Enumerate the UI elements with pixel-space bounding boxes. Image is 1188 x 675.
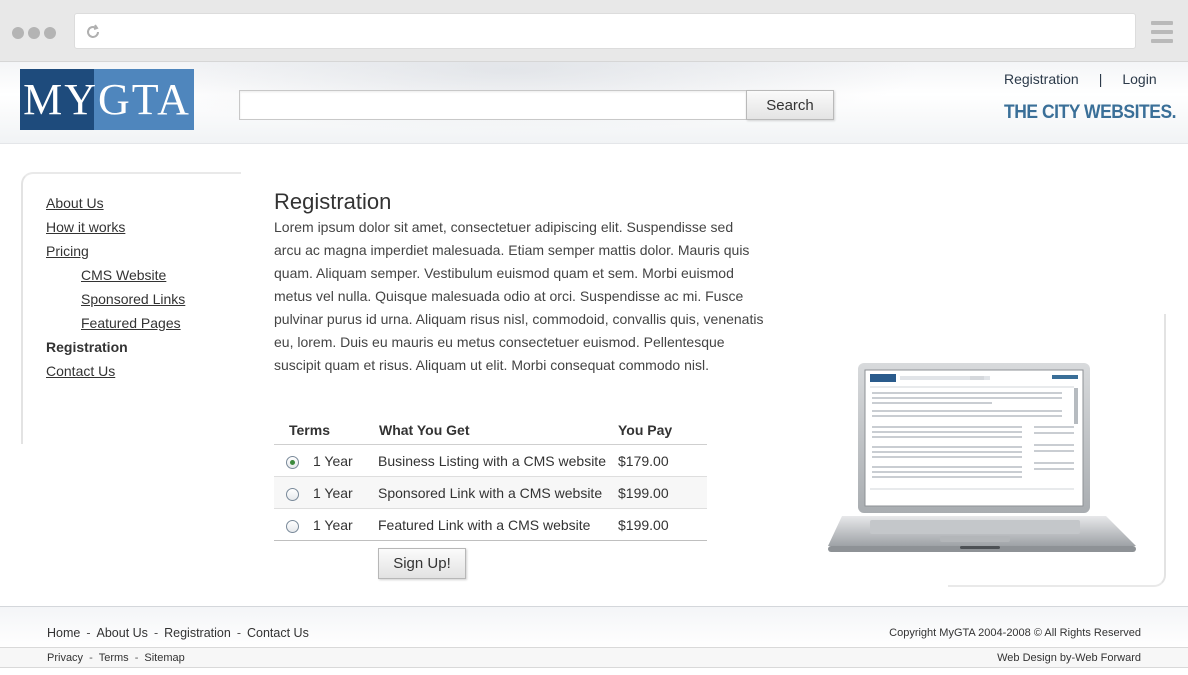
row-what: Business Listing with a CMS website [378,453,606,469]
footer-link-terms[interactable]: Terms [99,652,129,664]
sidebar-item-contact-us[interactable]: Contact Us [46,362,185,386]
site-logo[interactable]: MYGTA [20,69,194,130]
sidebar-item-sponsored-links[interactable]: Sponsored Links [46,290,185,314]
footer-link-registration[interactable]: Registration [164,626,231,640]
sidebar-item-featured-pages[interactable]: Featured Pages [46,314,185,338]
registration-link[interactable]: Registration [1004,71,1079,87]
page-title: Registration [274,189,392,214]
hamburger-menu-icon[interactable] [1151,21,1173,43]
laptop-image [828,363,1136,552]
browser-chrome [0,0,1188,62]
sidebar-item-how-it-works[interactable]: How it works [46,218,185,242]
footer-sub-links: Privacy - Terms - Sitemap [47,652,185,664]
pricing-table: Terms What You Get You Pay 1 Year Busine… [274,417,707,541]
footer-bar: Privacy - Terms - Sitemap Web Design by-Web … [0,647,1188,668]
copyright-text: Copyright MyGTA 2004-2008 © All Rights R… [889,627,1141,639]
sidebar-item-about-us[interactable]: About Us [46,194,185,218]
row-pay: $199.00 [618,485,669,501]
sidebar-item-cms-website[interactable]: CMS Website [46,266,185,290]
header-terms: Terms [289,422,330,438]
plan-radio-featured[interactable] [286,520,299,533]
footer-link-about-us[interactable]: About Us [97,626,148,640]
plan-radio-business[interactable] [286,456,299,469]
footer-links: Home - About Us - Registration - Contact Us [47,626,309,640]
footer-link-home[interactable]: Home [47,626,80,640]
row-what: Sponsored Link with a CMS website [378,485,603,501]
tagline: THE CITY WEBSITES. [1004,102,1177,123]
reload-icon[interactable] [83,22,103,42]
table-header: Terms What You Get You Pay [274,417,707,445]
header-you-pay: You Pay [618,422,673,438]
web-forward-link[interactable]: Web Forward [1075,652,1141,664]
address-bar[interactable] [74,13,1136,49]
plan-radio-sponsored[interactable] [286,488,299,501]
sidebar-nav: About Us How it works Pricing CMS Websit… [46,194,185,386]
logo-text: MYGTA [23,75,191,124]
site-footer: Home - About Us - Registration - Contact Us Co… [0,606,1188,675]
row-term: 1 Year [313,517,353,533]
site-header: MYGTA Search Registration | Login THE CI… [0,62,1188,144]
search-button[interactable]: Search [746,90,834,120]
web-design-credit: Web Design by-Web Forward [997,652,1141,664]
link-separator: | [1098,71,1103,87]
footer-link-privacy[interactable]: Privacy [47,652,83,664]
window-dots-icon [12,27,56,39]
table-row[interactable]: 1 Year Featured Link with a CMS website … [274,509,707,541]
sidebar-item-pricing[interactable]: Pricing [46,242,185,266]
sidebar-item-registration: Registration [46,339,128,355]
row-term: 1 Year [313,485,353,501]
login-link[interactable]: Login [1122,71,1156,87]
header-what-you-get: What You Get [379,422,470,438]
search-input[interactable] [239,90,747,120]
footer-link-sitemap[interactable]: Sitemap [144,652,184,664]
table-row[interactable]: 1 Year Business Listing with a CMS websi… [274,445,707,477]
sign-up-button[interactable]: Sign Up! [378,548,466,579]
row-what: Featured Link with a CMS website [378,517,591,533]
row-term: 1 Year [313,453,353,469]
top-links: Registration | Login [1004,71,1157,87]
row-pay: $179.00 [618,453,669,469]
table-row[interactable]: 1 Year Sponsored Link with a CMS website… [274,477,707,509]
row-pay: $199.00 [618,517,669,533]
footer-link-contact-us[interactable]: Contact Us [247,626,309,640]
intro-paragraph: Lorem ipsum dolor sit amet, consectetuer… [274,219,764,373]
